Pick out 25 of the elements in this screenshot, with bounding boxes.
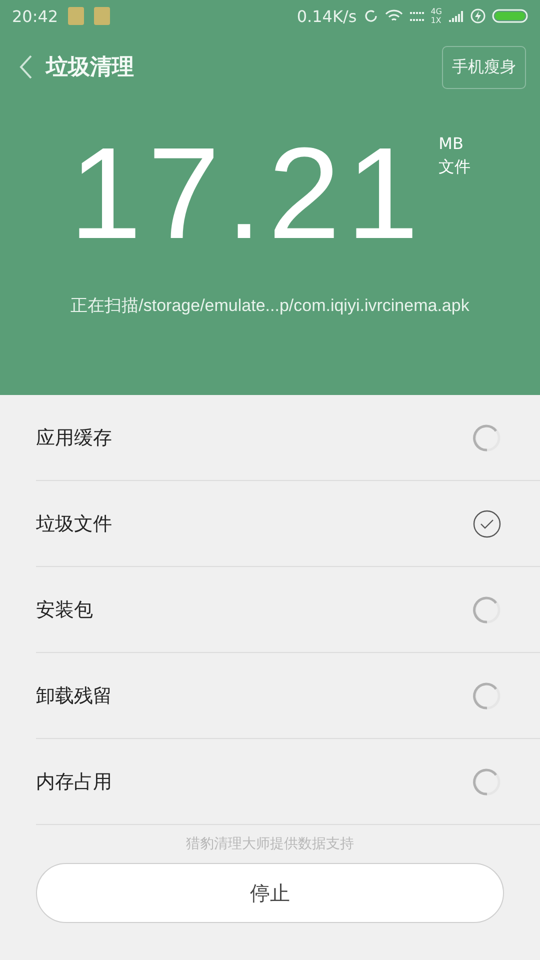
scan-path: 正在扫描/storage/emulate...p/com.iqiyi.ivrcinema.apk [70,295,470,317]
charging-icon [470,8,486,24]
junk-size: 17.21 [69,130,425,256]
app-icon [68,7,84,25]
category-label: 卸载残留 [36,684,112,708]
status-time: 20:42 [12,6,58,26]
back-icon[interactable] [18,54,34,80]
category-label: 安装包 [36,598,93,622]
size-unit: MB [438,134,464,153]
data-credit: 猎豹清理大师提供数据支持 [185,835,355,853]
category-label: 垃圾文件 [36,512,112,536]
network-type: 4G [430,7,442,16]
stop-button[interactable]: 停止 [36,863,504,923]
wifi-icon [384,9,403,23]
network-speed: 0.14K/s [296,6,357,26]
network-type: 1X [430,16,442,25]
category-label: 内存占用 [36,770,112,794]
sync-icon [362,8,379,24]
category-label: 应用缓存 [36,426,112,450]
signal-icon [408,9,425,23]
battery-icon [492,9,528,23]
app-icon [94,7,110,25]
signal-icon [448,9,464,23]
page-title: 垃圾清理 [46,54,134,82]
size-label: 文件 [438,157,471,178]
